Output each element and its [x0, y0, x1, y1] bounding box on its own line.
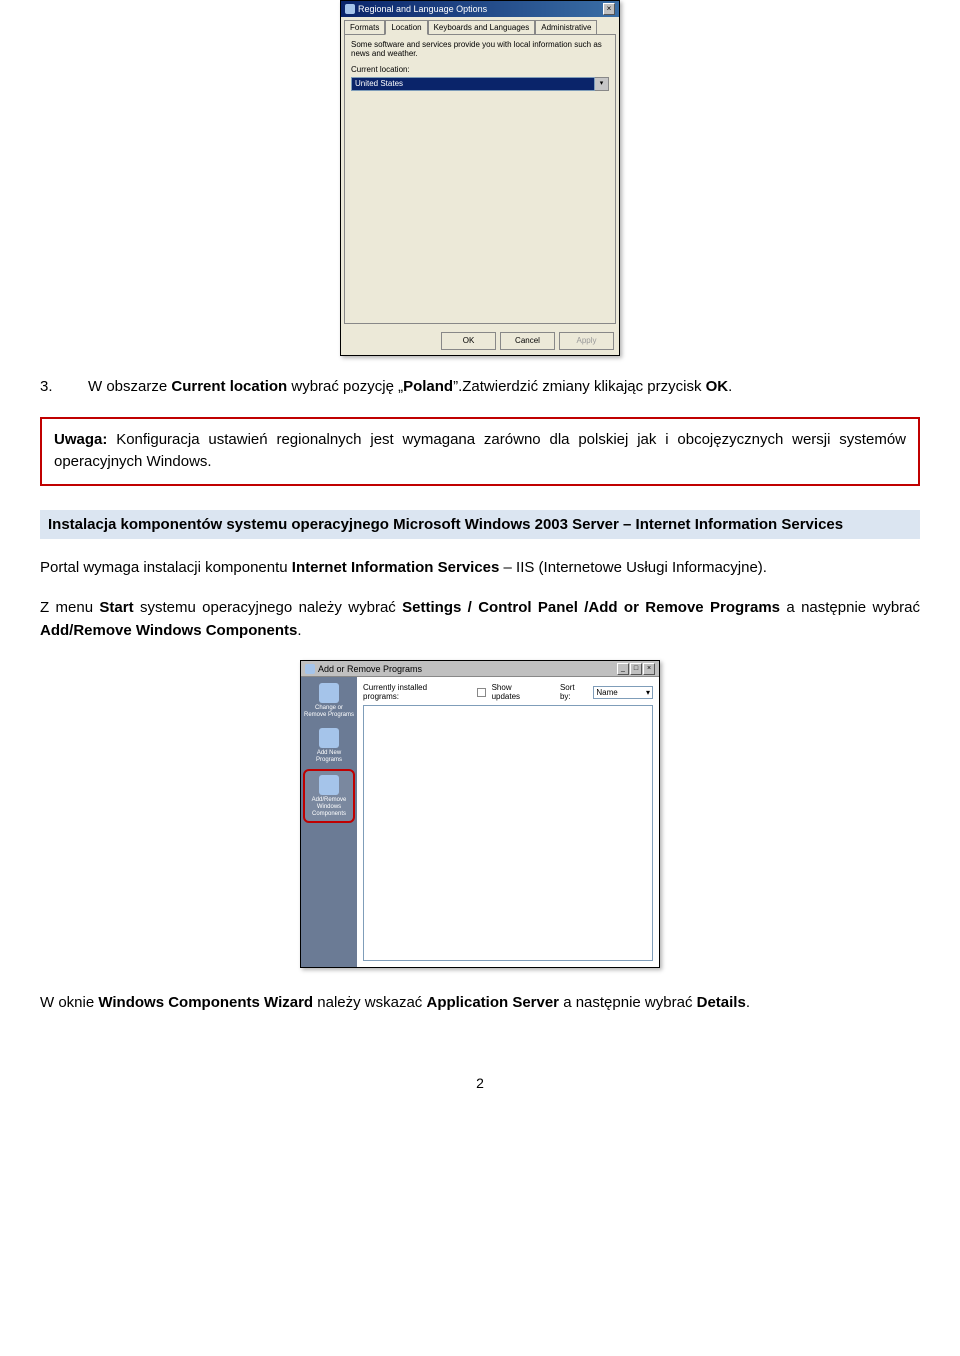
windows-components-icon: [319, 775, 339, 795]
sidebar-item-windows-components[interactable]: Add/Remove Windows Components: [303, 769, 355, 823]
warning-box: Uwaga: Konfiguracja ustawień regionalnyc…: [40, 417, 920, 486]
apply-button[interactable]: Apply: [559, 332, 614, 350]
info-text: Some software and services provide you w…: [351, 41, 609, 59]
cancel-button[interactable]: Cancel: [500, 332, 555, 350]
regional-options-dialog: Regional and Language Options × Formats …: [340, 0, 620, 356]
show-updates-checkbox[interactable]: [477, 688, 486, 697]
sort-by-label: Sort by:: [560, 683, 587, 701]
sidebar: Change or Remove Programs Add New Progra…: [301, 677, 357, 967]
dialog-title: Regional and Language Options: [358, 4, 487, 14]
paragraph-2: Z menu Start systemu operacyjnego należy…: [40, 597, 920, 642]
tab-formats[interactable]: Formats: [344, 20, 385, 35]
dialog-button-row: OK Cancel Apply: [341, 327, 619, 355]
add-new-icon: [319, 728, 339, 748]
dialog-titlebar: Regional and Language Options ×: [341, 1, 619, 17]
chevron-down-icon: ▾: [646, 688, 650, 697]
ok-button[interactable]: OK: [441, 332, 496, 350]
currently-installed-label: Currently installed programs:: [363, 683, 465, 701]
tab-panel: Some software and services provide you w…: [344, 34, 616, 324]
step-number: 3.: [40, 376, 88, 399]
location-value: United States: [351, 77, 595, 91]
chevron-down-icon[interactable]: ▾: [595, 77, 609, 91]
sidebar-item-add-new[interactable]: Add New Programs: [303, 724, 355, 767]
close-icon[interactable]: ×: [603, 3, 615, 15]
window-titlebar: Add or Remove Programs _ □ ×: [301, 661, 659, 677]
close-icon[interactable]: ×: [643, 663, 655, 675]
program-list[interactable]: [363, 705, 653, 961]
paragraph-3: W oknie Windows Components Wizard należy…: [40, 992, 920, 1015]
box-icon: [305, 664, 315, 674]
maximize-icon[interactable]: □: [630, 663, 642, 675]
section-heading: Instalacja komponentów systemu operacyjn…: [40, 510, 920, 539]
add-remove-programs-window: Add or Remove Programs _ □ × Change or R…: [300, 660, 660, 968]
globe-icon: [345, 4, 355, 14]
current-location-label: Current location:: [351, 65, 609, 74]
paragraph-1: Portal wymaga instalacji komponentu Inte…: [40, 557, 920, 580]
window-title: Add or Remove Programs: [318, 664, 422, 674]
tab-strip: Formats Location Keyboards and Languages…: [341, 17, 619, 35]
show-updates-label: Show updates: [492, 683, 542, 701]
step-3: 3. W obszarze Current location wybrać po…: [40, 376, 920, 399]
page-number: 2: [40, 1075, 920, 1091]
tab-administrative[interactable]: Administrative: [535, 20, 597, 35]
tab-location[interactable]: Location: [385, 20, 427, 35]
tab-keyboards[interactable]: Keyboards and Languages: [428, 20, 536, 35]
sort-by-dropdown[interactable]: Name ▾: [593, 686, 653, 699]
main-panel: Currently installed programs: Show updat…: [357, 677, 659, 967]
minimize-icon[interactable]: _: [617, 663, 629, 675]
sidebar-item-change-remove[interactable]: Change or Remove Programs: [303, 679, 355, 722]
change-remove-icon: [319, 683, 339, 703]
location-dropdown[interactable]: United States ▾: [351, 77, 609, 91]
